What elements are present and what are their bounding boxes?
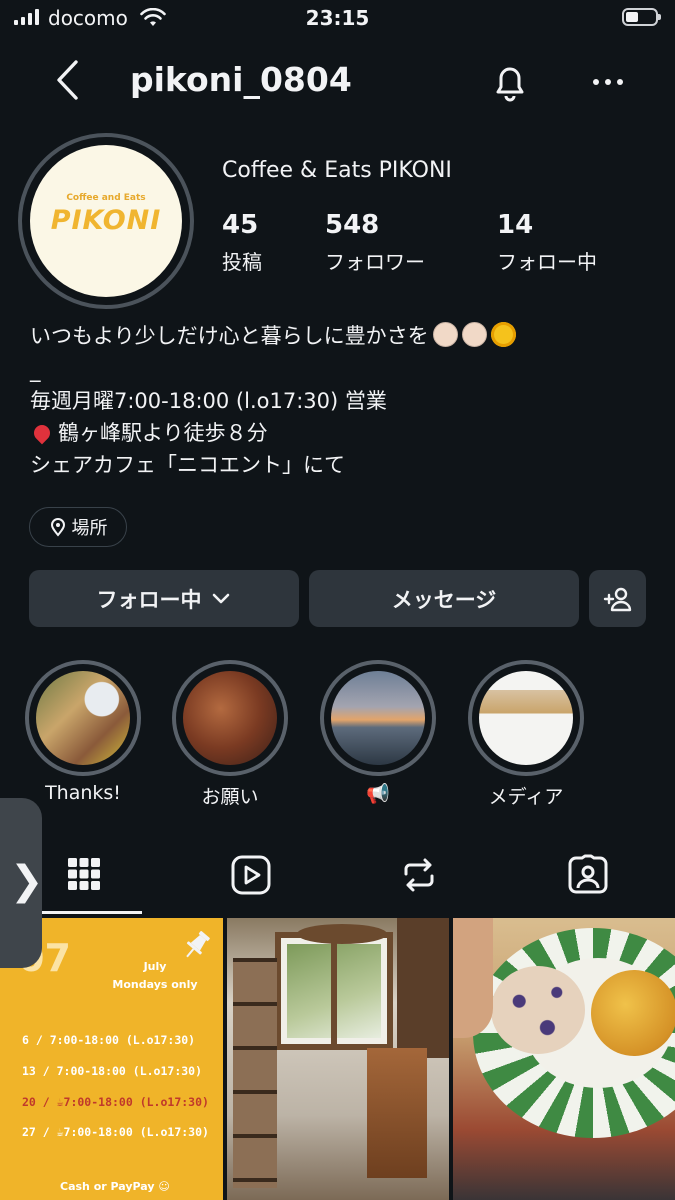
status-bar: docomo 23:15 — [0, 0, 675, 38]
blueberry-muffin — [491, 966, 585, 1054]
bio-text: 鶴ヶ峰駅より徒歩８分 — [58, 421, 268, 445]
schedule-line: 13 / 7:00-18:00 (L.o17:30) — [22, 1064, 203, 1078]
location-chip[interactable]: 場所 — [29, 507, 127, 547]
suggested-users-button[interactable] — [589, 570, 646, 627]
chevron-down-icon — [212, 593, 229, 603]
location-pin-icon — [50, 518, 65, 537]
posts-count: 45 — [222, 210, 259, 240]
message-button-label: メッセージ — [391, 587, 497, 612]
avatar-tagline: Coffee and Eats — [66, 193, 146, 203]
highlight-announcement-thumbnail[interactable] — [331, 671, 425, 765]
chevron-right-icon: ❯ — [10, 858, 44, 904]
following-button[interactable]: フォロー中 — [29, 570, 299, 627]
corn-muffin — [591, 970, 675, 1056]
followers-label[interactable]: フォロワー — [325, 246, 425, 275]
side-panel-handle[interactable]: ❯ — [0, 798, 44, 968]
person-emoji-icon — [432, 322, 458, 347]
page-title-username: pikoni_0804 — [130, 60, 352, 99]
location-label: 場所 — [71, 518, 108, 539]
window — [275, 932, 393, 1050]
tagged-icon[interactable] — [567, 854, 609, 896]
more-options-icon[interactable] — [588, 62, 628, 102]
sunflower-emoji-icon — [490, 322, 516, 347]
post-tile-muffins[interactable] — [453, 918, 675, 1200]
active-tab-indicator — [30, 911, 142, 914]
person-emoji-icon — [461, 322, 487, 347]
wooden-chairs — [367, 1048, 427, 1178]
add-person-icon — [603, 587, 631, 611]
highlight-request-label[interactable]: お願い — [150, 782, 310, 809]
schedule-line: 20 / ☕7:00-18:00 (L.o17:30) — [22, 1095, 209, 1109]
poster-payment: Cash or PayPay ☺ — [60, 1180, 170, 1193]
reposts-icon[interactable] — [398, 854, 440, 896]
battery-icon — [622, 8, 661, 26]
bio-line-2: _ — [30, 358, 41, 382]
bookshelf — [233, 958, 277, 1188]
avatar-logo-text: PIKONI — [50, 205, 162, 236]
bell-icon[interactable] — [488, 60, 532, 104]
schedule-line: 6 / 7:00-18:00 (L.o17:30) — [22, 1033, 196, 1047]
highlight-announcement-label[interactable]: 📢 — [298, 782, 458, 805]
back-arrow-icon[interactable] — [52, 58, 82, 102]
highlight-request-thumbnail[interactable] — [183, 671, 277, 765]
reels-icon[interactable] — [230, 854, 272, 896]
dried-flowers — [297, 924, 387, 944]
post-tile-cafe-interior[interactable] — [227, 918, 449, 1200]
bio-line-3: 毎週月曜7:00-18:00 (l.o17:30) 営業 — [30, 389, 387, 413]
wall-shelf — [397, 918, 449, 1058]
bio-line-1: いつもより少しだけ心と暮らしに豊かさを — [30, 320, 516, 352]
posts-label: 投稿 — [222, 250, 262, 274]
following-button-label: フォロー中 — [96, 587, 202, 612]
highlight-media-label[interactable]: メディア — [446, 782, 606, 809]
pin-emoji-icon — [30, 421, 54, 445]
followers-count[interactable]: 548 — [325, 210, 379, 240]
highlight-media-thumbnail[interactable] — [479, 671, 573, 765]
following-label[interactable]: フォロー中 — [497, 246, 597, 275]
schedule-line: 27 / ☕7:00-18:00 (L.o17:30) — [22, 1125, 209, 1139]
hand — [453, 918, 493, 1038]
message-button[interactable]: メッセージ — [309, 570, 579, 627]
following-count[interactable]: 14 — [497, 210, 533, 240]
display-name: Coffee & Eats PIKONI — [222, 158, 452, 183]
bio-line-4: 鶴ヶ峰駅より徒歩８分 — [30, 417, 268, 449]
bio-line-5: シェアカフェ「ニコエント」にて — [30, 453, 345, 477]
poster-subtitle: Mondays only — [112, 978, 198, 991]
pinned-post-icon — [186, 931, 210, 958]
grid-icon[interactable] — [66, 856, 102, 892]
highlight-thanks-thumbnail[interactable] — [36, 671, 130, 765]
bio-text: いつもより少しだけ心と暮らしに豊かさを — [30, 324, 429, 348]
clock: 23:15 — [305, 6, 370, 30]
avatar[interactable]: Coffee and Eats PIKONI — [30, 145, 182, 297]
